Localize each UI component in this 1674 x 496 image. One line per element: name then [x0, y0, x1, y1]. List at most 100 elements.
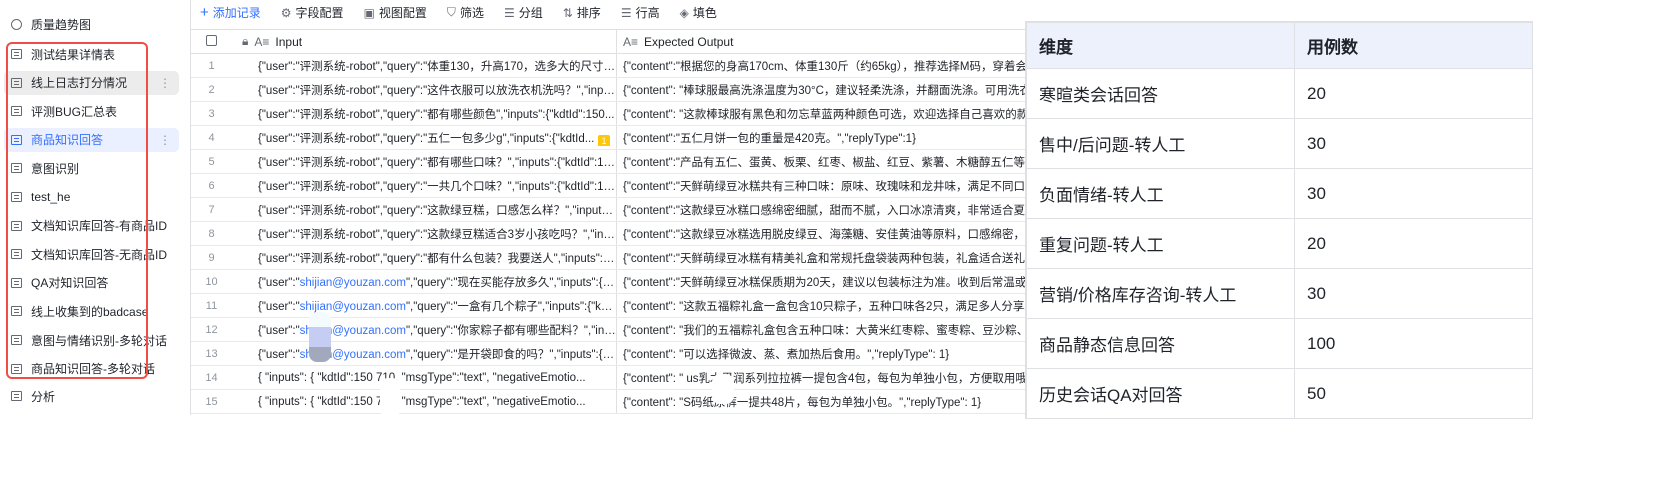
more-icon[interactable]: ⋮: [159, 76, 171, 90]
table-row[interactable]: 3 {"user":"评测系统-robot","query":"都有哪些颜色","…: [191, 102, 1031, 126]
expected-output-cell[interactable]: {"content": "我们的五福粽礼盒包含五种口味：大黄米红枣粽、蜜枣粽、豆…: [616, 318, 1031, 341]
sidebar-item[interactable]: 评测BUG汇总表: [4, 99, 179, 123]
table-row[interactable]: 1 {"user":"评测系统-robot","query":"体重130，升高1…: [191, 54, 1031, 78]
input-cell[interactable]: {"user":"评测系统-robot","query":"这款绿豆糕，口感怎么…: [232, 202, 616, 218]
input-cell[interactable]: { "inputs": { "kdtId":150 710, "msgType"…: [232, 396, 616, 408]
table-row[interactable]: 6 {"user":"评测系统-robot","query":"一共几个口味？",…: [191, 174, 1031, 198]
column-title: Input: [275, 34, 303, 49]
more-icon[interactable]: ⋮: [159, 133, 171, 147]
input-cell[interactable]: {"user":"shijian@youzan.com","query":"你家…: [232, 322, 616, 338]
sidebar-item-label: 线上日志打分情况: [31, 76, 128, 91]
expected-output-text: {"content": "棒球服最高洗涤温度为30°C，建议轻柔洗涤，并翻面洗涤…: [623, 84, 1031, 97]
sidebar-item[interactable]: 意图识别: [4, 156, 179, 180]
input-cell[interactable]: {"user":"评测系统-robot","query":"都有什么包装？我要送…: [232, 250, 616, 266]
input-prefix: { "inputs": { "kdtId":150 710, "msgType"…: [258, 371, 586, 384]
input-prefix: { "inputs": { "kdtId":150 710, "msgType"…: [258, 395, 586, 408]
input-prefix: {"user":": [258, 276, 300, 289]
user-email-link[interactable]: shijian@youzan.com: [300, 301, 406, 313]
expected-output-cell[interactable]: {"content":"五仁月饼一包的重量是420克。","replyType"…: [616, 126, 1031, 149]
expected-output-cell[interactable]: {"content": "这款五福粽礼盒一盒包含10只粽子，五种口味各2只，满足…: [616, 294, 1031, 317]
expected-output-cell[interactable]: {"content":"天鲜萌绿豆冰糕共有三种口味：原味、玫瑰味和龙井味，满足不…: [616, 174, 1031, 197]
input-cell[interactable]: {"user":"评测系统-robot","query":"这件衣服可以放洗衣机…: [232, 82, 616, 98]
filter-button[interactable]: ⛉ 筛选: [447, 4, 484, 21]
input-cell[interactable]: {"user":"评测系统-robot","query":"五仁一包多少g","…: [232, 130, 616, 146]
fill-color-button[interactable]: ◈ 填色: [680, 4, 717, 21]
dimension-cell: 售中/后问题-转人工: [1026, 118, 1295, 169]
case-count-cell: 30: [1294, 268, 1533, 319]
case-count-cell: 30: [1294, 168, 1533, 219]
expected-output-cell[interactable]: {"content":"天鲜萌绿豆冰糕有精美礼盒和常规托盘袋装两种包装，礼盒适合…: [616, 246, 1031, 269]
expected-output-cell[interactable]: {"content":"天鲜萌绿豆冰糕保质期为20天，建议以包装标注为准。收到后…: [616, 270, 1031, 293]
table-row[interactable]: 7 {"user":"评测系统-robot","query":"这款绿豆糕，口感怎…: [191, 198, 1031, 222]
sidebar-item[interactable]: 意图与情绪识别-多轮对话: [4, 328, 179, 352]
table-icon: [11, 163, 22, 174]
sidebar-item[interactable]: QA对知识回答: [4, 271, 179, 295]
user-email-link[interactable]: shijian@youzan.com: [300, 277, 406, 289]
expected-output-cell[interactable]: {"content":"产品有五仁、蛋黄、板栗、红枣、椒盐、红豆、紫薯、木糖醇五…: [616, 150, 1031, 173]
table-row[interactable]: 2 {"user":"评测系统-robot","query":"这件衣服可以放洗衣…: [191, 78, 1031, 102]
input-prefix: {"user":"评测系统-robot","query":"这款绿豆糕适合3岁小…: [258, 228, 616, 241]
select-all-checkbox[interactable]: [206, 34, 217, 46]
dimension-cell: 历史会话QA对回答: [1026, 368, 1295, 419]
row-height-button[interactable]: ☰ 行高: [621, 4, 660, 21]
add-record-button[interactable]: + 添加记录: [200, 4, 261, 21]
expected-output-cell[interactable]: {"content":"这款绿豆冰糕选用脱皮绿豆、海藻糖、安佳黄油等原料，口感绵…: [616, 222, 1031, 245]
input-cell[interactable]: {"user":"shijian@youzan.com","query":"现在…: [232, 274, 616, 290]
expected-output-cell[interactable]: {"content": " us乳木果润系列拉拉裤一提包含4包，每包为单独小包，…: [616, 366, 1031, 389]
expected-output-cell[interactable]: {"content":"根据您的身高170cm、体重130斤（约65kg），推荐…: [616, 54, 1031, 77]
input-cell[interactable]: {"user":"评测系统-robot","query":"都有哪些颜色","i…: [232, 106, 616, 122]
expected-output-cell[interactable]: {"content": "S码纸尿裤一提共48片，每包为单独小包。","repl…: [616, 390, 1031, 413]
input-cell[interactable]: {"user":"shijian@youzan.com","query":"一盒…: [232, 298, 616, 314]
table-row[interactable]: 14 { "inputs": { "kdtId":150 710, "msgTyp…: [191, 366, 1031, 390]
gear-icon: ⚙: [280, 5, 292, 20]
comment-badge[interactable]: 1: [598, 134, 610, 146]
sidebar-item[interactable]: 线上日志打分情况 ⋮: [4, 70, 179, 95]
group-button[interactable]: ☰ 分组: [504, 4, 543, 21]
field-config-button[interactable]: ⚙ 字段配置: [281, 4, 344, 21]
sidebar-item[interactable]: 商品知识回答-多轮对话: [4, 357, 179, 381]
table-row[interactable]: 5 {"user":"评测系统-robot","query":"都有哪些口味？",…: [191, 150, 1031, 174]
column-header-expected-output[interactable]: A≡ Expected Output: [616, 30, 1031, 53]
sidebar-item-analysis[interactable]: 分析: [4, 384, 179, 408]
expected-output-cell[interactable]: {"content": "这款棒球服有黑色和勿忘草蓝两种颜色可选，欢迎选择自己喜…: [616, 102, 1031, 125]
table-row[interactable]: 10 {"user":"shijian@youzan.com","query":"…: [191, 270, 1031, 294]
sidebar-item-label: 评测BUG汇总表: [31, 104, 118, 119]
table-row[interactable]: 4 {"user":"评测系统-robot","query":"五仁一包多少g",…: [191, 126, 1031, 150]
input-prefix: {"user":"评测系统-robot","query":"都有哪些口味？","…: [258, 156, 616, 169]
sidebar-item-quality-trend[interactable]: 质量趋势图: [4, 12, 179, 36]
input-cell[interactable]: {"user":"评测系统-robot","query":"都有哪些口味？","…: [232, 154, 616, 170]
table-row[interactable]: 15 { "inputs": { "kdtId":150 710, "msgTyp…: [191, 390, 1031, 414]
dimension-cell: 重复问题-转人工: [1026, 218, 1295, 269]
grid-header: 🔒︎ A≡ Input A≡ Expected Output: [191, 29, 1031, 54]
row-number: 8: [208, 227, 215, 240]
input-cell[interactable]: {"user":"评测系统-robot","query":"一共几个口味？","…: [232, 178, 616, 194]
fill-icon: ◈: [679, 5, 689, 20]
sidebar-item[interactable]: 文档知识库回答-无商品ID: [4, 242, 179, 266]
sidebar-item[interactable]: 测试结果详情表: [4, 42, 179, 66]
sidebar-item[interactable]: 商品知识回答 ⋮: [4, 127, 179, 152]
expected-output-cell[interactable]: {"content":"这款绿豆冰糕口感绵密细腻，甜而不腻，入口冰凉清爽，非常适…: [616, 198, 1031, 221]
sidebar-item-label: 意图识别: [31, 161, 80, 176]
input-cell[interactable]: { "inputs": { "kdtId":150 710, "msgType"…: [232, 372, 616, 384]
expected-output-cell[interactable]: {"content": "棒球服最高洗涤温度为30°C，建议轻柔洗涤，并翻面洗涤…: [616, 78, 1031, 101]
summary-row: 商品静态信息回答 100: [1026, 318, 1533, 369]
sort-button[interactable]: ⇅ 排序: [563, 4, 601, 21]
fill-color-label: 填色: [692, 6, 717, 20]
row-number: 12: [205, 323, 218, 336]
input-cell[interactable]: {"user":"评测系统-robot","query":"这款绿豆糕适合3岁小…: [232, 226, 616, 242]
expected-output-cell[interactable]: {"content": "可以选择微波、蒸、煮加热后食用。","replyTyp…: [616, 342, 1031, 365]
row-number: 2: [208, 83, 215, 96]
table-row[interactable]: 9 {"user":"评测系统-robot","query":"都有什么包装？我要…: [191, 246, 1031, 270]
table-icon: [11, 134, 22, 145]
input-cell[interactable]: {"user":"shijian@youzan.com","query":"是开…: [232, 346, 616, 362]
table-row[interactable]: 8 {"user":"评测系统-robot","query":"这款绿豆糕适合3岁…: [191, 222, 1031, 246]
input-cell[interactable]: {"user":"评测系统-robot","query":"体重130，升高17…: [232, 58, 616, 74]
input-prefix: {"user":"评测系统-robot","query":"这款绿豆糕，口感怎么…: [258, 204, 616, 217]
group-label: 分组: [518, 6, 543, 20]
sidebar-item[interactable]: 文档知识库回答-有商品ID: [4, 214, 179, 238]
sidebar-item[interactable]: 线上收集到的badcase: [4, 299, 179, 323]
view-config-button[interactable]: ▣ 视图配置: [364, 4, 427, 21]
sidebar-item[interactable]: test_he: [4, 185, 179, 209]
sidebar-item-label: test_he: [31, 190, 71, 204]
column-header-input[interactable]: 🔒︎ A≡ Input: [232, 34, 616, 49]
